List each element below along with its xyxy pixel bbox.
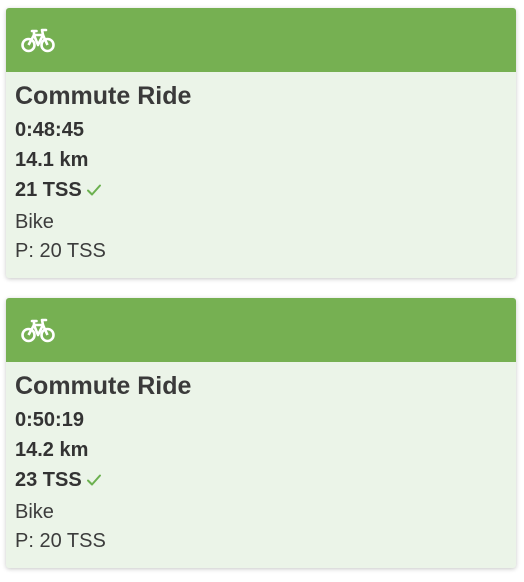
workout-sport: Bike (15, 501, 54, 523)
workout-tss-row: 21 TSS (15, 175, 516, 205)
workout-card-body: Commute Ride 0:48:45 14.1 km 21 TSS Bike… (6, 72, 516, 266)
workout-card-body: Commute Ride 0:50:19 14.2 km 23 TSS Bike… (6, 362, 516, 556)
workout-duration: 0:48:45 (15, 119, 84, 141)
workout-card[interactable]: Commute Ride 0:48:45 14.1 km 21 TSS Bike… (6, 8, 516, 278)
workout-distance: 14.1 km (15, 149, 89, 171)
workout-card[interactable]: Commute Ride 0:50:19 14.2 km 23 TSS Bike… (6, 298, 516, 568)
workout-tss: 21 TSS (15, 179, 82, 201)
workout-title: Commute Ride (15, 372, 192, 400)
bike-icon (21, 316, 55, 344)
workout-duration: 0:50:19 (15, 409, 84, 431)
check-icon (86, 183, 102, 197)
workout-list: Commute Ride 0:48:45 14.1 km 21 TSS Bike… (0, 0, 524, 582)
workout-card-header (6, 298, 516, 362)
workout-distance: 14.2 km (15, 439, 89, 461)
workout-planned-tss: P: 20 TSS (15, 240, 106, 262)
check-icon (86, 473, 102, 487)
workout-planned-tss: P: 20 TSS (15, 530, 106, 552)
bike-icon (21, 26, 55, 54)
workout-tss-row: 23 TSS (15, 465, 516, 495)
workout-sport: Bike (15, 211, 54, 233)
workout-title: Commute Ride (15, 82, 192, 110)
workout-tss: 23 TSS (15, 469, 82, 491)
workout-card-header (6, 8, 516, 72)
